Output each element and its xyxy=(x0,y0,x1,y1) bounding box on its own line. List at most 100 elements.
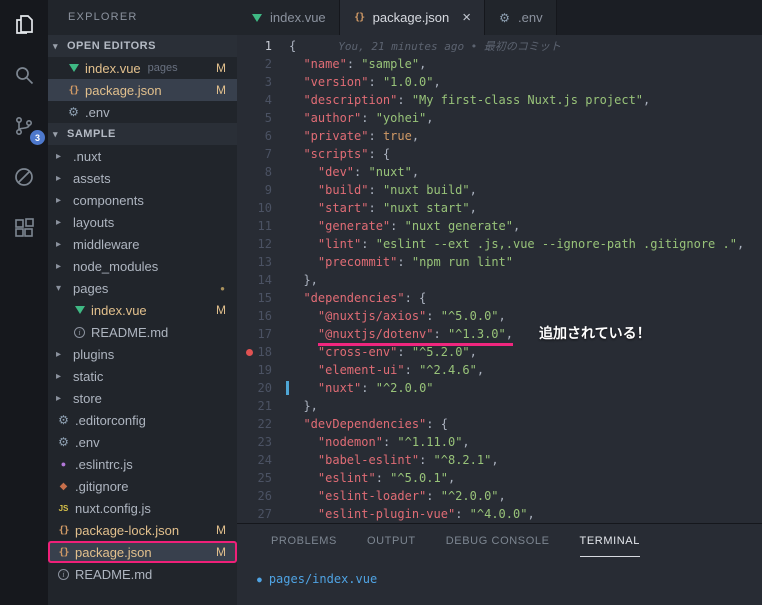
source-control-icon[interactable]: 3 xyxy=(10,112,45,145)
file-name: README.md xyxy=(91,324,169,340)
code-line[interactable]: 25 "eslint": "^5.0.1", xyxy=(237,469,762,487)
tab-index.vue[interactable]: index.vue xyxy=(237,0,340,35)
code-line[interactable]: 5 "author": "yohei", xyxy=(237,109,762,127)
code-line[interactable]: 24 "babel-eslint": "^8.2.1", xyxy=(237,451,762,469)
tab-package.json[interactable]: {} package.json × xyxy=(339,0,486,35)
code-line[interactable]: 15 "dependencies": { xyxy=(237,289,762,307)
code-line[interactable]: 16 "@nuxtjs/axios": "^5.0.0", xyxy=(237,307,762,325)
file-item[interactable]: index.vue M xyxy=(48,299,237,321)
tab-.env[interactable]: ⚙ .env xyxy=(485,0,557,35)
close-icon[interactable]: × xyxy=(462,10,471,25)
panel-tab-debug-console[interactable]: DEBUG CONSOLE xyxy=(446,535,550,557)
panel-tab-terminal[interactable]: TERMINAL xyxy=(579,535,640,557)
token: : xyxy=(368,183,383,197)
code-line[interactable]: 18 "cross-env": "^5.2.0", xyxy=(237,343,762,361)
search-icon[interactable] xyxy=(10,61,38,89)
code-line[interactable]: 8 "dev": "nuxt", xyxy=(237,163,762,181)
file-item[interactable]: ◆ .gitignore xyxy=(48,475,237,497)
open-editors-list: index.vue pages M {} package.json M ⚙ .env xyxy=(48,57,237,123)
code-tokens: "scripts": { xyxy=(303,147,390,161)
activity-bar: 3 xyxy=(0,0,48,605)
git-change-gutter-bar xyxy=(286,381,289,395)
file-item[interactable]: ⚙ .editorconfig xyxy=(48,409,237,431)
folder-item[interactable]: ▸ static xyxy=(48,365,237,387)
file-item[interactable]: i README.md xyxy=(48,321,237,343)
line-number: 6 xyxy=(264,129,272,143)
folder-item[interactable]: ▸ plugins xyxy=(48,343,237,365)
code-line[interactable]: 21 }, xyxy=(237,397,762,415)
code-text: "private": true, xyxy=(289,127,419,145)
folder-item[interactable]: ▸ layouts xyxy=(48,211,237,233)
file-item[interactable]: JS nuxt.config.js xyxy=(48,497,237,519)
folder-item[interactable]: ▸ assets xyxy=(48,167,237,189)
open-editor-item[interactable]: {} package.json M xyxy=(48,79,237,101)
code-line[interactable]: 14 }, xyxy=(237,271,762,289)
folder-item[interactable]: ▸ components xyxy=(48,189,237,211)
open-editors-header[interactable]: ▾ OPEN EDITORS xyxy=(48,35,237,57)
token: "^1.11.0" xyxy=(397,435,463,449)
code-line[interactable]: 10 "start": "nuxt start", xyxy=(237,199,762,217)
files-icon[interactable] xyxy=(10,10,38,38)
breakpoint-icon[interactable] xyxy=(246,349,253,356)
token: , xyxy=(411,129,420,143)
code-line[interactable]: 23 "nodemon": "^1.11.0", xyxy=(237,433,762,451)
file-item[interactable]: {} package-lock.json M xyxy=(48,519,237,541)
token: : xyxy=(382,435,398,449)
code-line[interactable]: 13 "precommit": "npm run lint" xyxy=(237,253,762,271)
open-editor-item[interactable]: index.vue pages M xyxy=(48,57,237,79)
folder-item[interactable]: ▸ store xyxy=(48,387,237,409)
line-number: 18 xyxy=(257,345,272,359)
chevron-right-icon: ▸ xyxy=(56,392,62,404)
code-line[interactable]: 4 "description": "My first-class Nuxt.js… xyxy=(237,91,762,109)
code-line[interactable]: 2 "name": "sample", xyxy=(237,55,762,73)
gitlens-blame: You, 21 minutes ago • 最初のコミット xyxy=(338,40,561,53)
code-tokens: { xyxy=(289,39,296,53)
folder-item[interactable]: ▸ middleware xyxy=(48,233,237,255)
extensions-icon[interactable] xyxy=(10,214,38,242)
code-line[interactable]: 11 "generate": "nuxt generate", xyxy=(237,217,762,235)
panel-tab-problems[interactable]: PROBLEMS xyxy=(271,535,337,557)
file-item[interactable]: ⚙ .env xyxy=(48,431,237,453)
token: "scripts" xyxy=(303,147,369,161)
token: "eslint" xyxy=(317,471,376,485)
code-line[interactable]: 27 "eslint-plugin-vue": "^4.0.0", xyxy=(237,505,762,523)
line-number: 7 xyxy=(264,147,272,161)
code-line[interactable]: 6 "private": true, xyxy=(237,127,762,145)
file-item[interactable]: i README.md xyxy=(48,563,237,585)
token: : xyxy=(433,327,448,341)
token: "1.0.0" xyxy=(382,75,434,89)
code-line[interactable]: 20 "nuxt": "^2.0.0" xyxy=(237,379,762,397)
token: , xyxy=(527,507,535,521)
code-line[interactable]: 1 {You, 21 minutes ago • 最初のコミット xyxy=(237,37,762,55)
file-name: layouts xyxy=(73,214,115,230)
chevron-right-icon: ▸ xyxy=(56,194,62,206)
terminal-output[interactable]: ● pages/index.vue xyxy=(237,557,762,586)
code-tokens: "generate": "nuxt generate", xyxy=(318,219,520,233)
panel-tab-output[interactable]: OUTPUT xyxy=(367,535,416,557)
code-text: "devDependencies": { xyxy=(289,415,448,433)
tab-label: index.vue xyxy=(270,10,326,25)
code-line[interactable]: 26 "eslint-loader": "^2.0.0", xyxy=(237,487,762,505)
folder-item[interactable]: ▾ pages ● xyxy=(48,277,237,299)
token: }, xyxy=(303,273,318,287)
code-line[interactable]: 9 "build": "nuxt build", xyxy=(237,181,762,199)
sidebar-title: EXPLORER xyxy=(68,11,138,23)
file-item[interactable]: ● .eslintrc.js xyxy=(48,453,237,475)
token: "^8.2.1" xyxy=(433,453,492,467)
file-item[interactable]: {} package.json M xyxy=(48,541,237,563)
token: , xyxy=(419,57,427,71)
code-line[interactable]: 17 "@nuxtjs/dotenv": "^1.3.0", 追加されている！ xyxy=(237,325,762,346)
debug-icon[interactable] xyxy=(10,163,38,191)
code-line[interactable]: 19 "element-ui": "^2.4.6", xyxy=(237,361,762,379)
code-line[interactable]: 7 "scripts": { xyxy=(237,145,762,163)
code-line[interactable]: 12 "lint": "eslint --ext .js,.vue --igno… xyxy=(237,235,762,253)
code-editor[interactable]: 1 {You, 21 minutes ago • 最初のコミット 2 "name":… xyxy=(237,35,762,523)
code-line[interactable]: 22 "devDependencies": { xyxy=(237,415,762,433)
project-header[interactable]: ▾ SAMPLE xyxy=(48,123,237,145)
folder-item[interactable]: ▸ node_modules xyxy=(48,255,237,277)
file-name: .editorconfig xyxy=(75,412,146,428)
folder-item[interactable]: ▸ .nuxt xyxy=(48,145,237,167)
open-editor-item[interactable]: ⚙ .env xyxy=(48,101,237,123)
code-line[interactable]: 3 "version": "1.0.0", xyxy=(237,73,762,91)
token: : xyxy=(354,165,369,179)
